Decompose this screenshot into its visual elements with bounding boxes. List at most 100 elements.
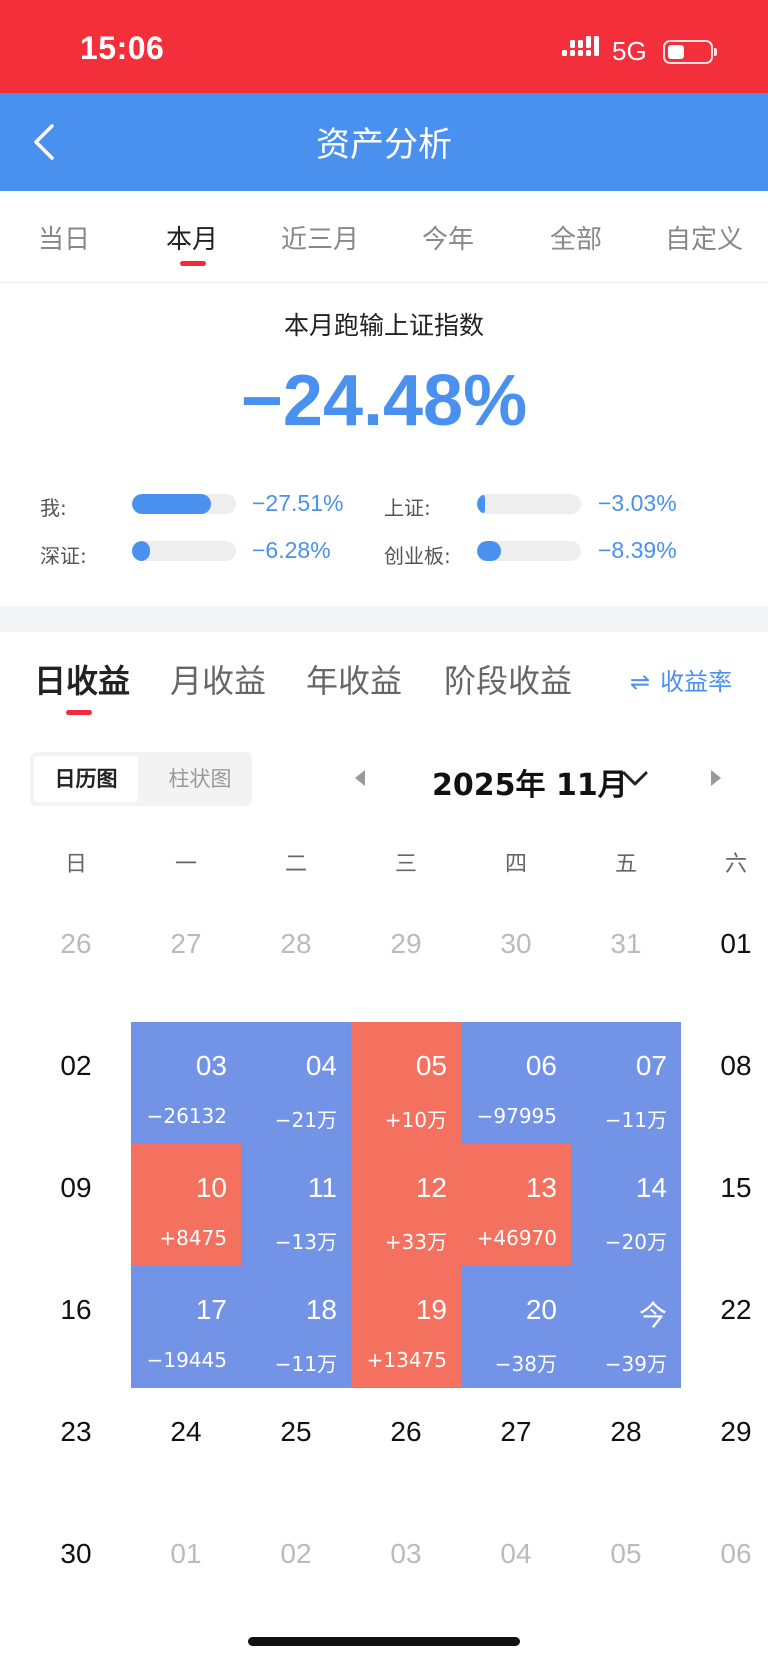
calendar-day-cell[interactable]: 29 (681, 1388, 768, 1510)
weekday-label: 日 (64, 852, 87, 877)
tab-yearly-earnings[interactable]: 年收益 (306, 656, 402, 702)
active-tab-indicator (180, 261, 206, 266)
calendar-day-cell[interactable]: 01 (681, 900, 768, 1022)
tab-label: 全部 (549, 225, 602, 255)
day-number: 04 (500, 1538, 532, 1569)
calendar-day-cell[interactable]: 15 (681, 1144, 768, 1266)
day-number: 25 (280, 1416, 312, 1447)
day-number: 14 (635, 1172, 667, 1203)
day-number: 24 (170, 1416, 202, 1447)
day-number: 01 (170, 1538, 202, 1569)
calendar-day-cell[interactable]: 06 −97995 (461, 1022, 571, 1144)
calendar-day-cell[interactable]: 05 (571, 1510, 681, 1632)
tab-monthly-earnings[interactable]: 月收益 (170, 656, 266, 702)
tab-this-year[interactable]: 今年 (384, 219, 512, 256)
calendar-day-cell[interactable]: 20 −38万 (461, 1266, 571, 1388)
calendar-day-cell[interactable]: 27 (461, 1388, 571, 1510)
calendar-day-cell[interactable]: 16 (21, 1266, 131, 1388)
calendar-day-cell[interactable]: 06 (681, 1510, 768, 1632)
calendar-day-cell[interactable]: 30 (461, 900, 571, 1022)
calendar-day-cell[interactable]: 09 (21, 1144, 131, 1266)
calendar-day-cell[interactable]: 03 −26132 (131, 1022, 241, 1144)
tab-daily-earnings[interactable]: 日收益 (34, 656, 130, 702)
calendar-day-cell[interactable]: 25 (241, 1388, 351, 1510)
compare-bar-shanghai (477, 494, 581, 514)
calendar-day-cell[interactable]: 19 +13475 (351, 1266, 461, 1388)
tab-this-month[interactable]: 本月 (128, 219, 256, 266)
calendar-day-cell[interactable]: 08 (681, 1022, 768, 1144)
calendar-day-cell[interactable]: 18 −11万 (241, 1266, 351, 1388)
bar-view-button[interactable]: 柱状图 (148, 756, 252, 802)
prev-month-icon[interactable] (352, 766, 368, 790)
calendar-day-cell[interactable]: 23 (21, 1388, 131, 1510)
day-earnings: −20万 (604, 1230, 667, 1254)
chevron-down-icon[interactable] (620, 766, 650, 790)
day-number: 27 (500, 1416, 532, 1447)
calendar-day-cell[interactable]: 31 (571, 900, 681, 1022)
tab-three-months[interactable]: 近三月 (256, 219, 384, 256)
day-number: 06 (720, 1538, 752, 1569)
calendar-day-cell[interactable]: 04 (461, 1510, 571, 1632)
calendar-day-cell[interactable]: 04 −21万 (241, 1022, 351, 1144)
calendar-day-cell[interactable]: 27 (131, 900, 241, 1022)
compare-label-me: 我: (40, 496, 67, 520)
day-number: 10 (195, 1172, 227, 1203)
day-number: 20 (525, 1294, 557, 1325)
compare-value-chinext: −8.39% (598, 537, 677, 563)
calendar-day-cell[interactable]: 28 (241, 900, 351, 1022)
next-month-icon[interactable] (708, 766, 724, 790)
day-number: 30 (60, 1538, 92, 1569)
compare-bar-fill (477, 494, 486, 514)
calendar-day-cell[interactable]: 10 +8475 (131, 1144, 241, 1266)
calendar-day-cell[interactable]: 29 (351, 900, 461, 1022)
calendar-day-cell[interactable]: 07 −11万 (571, 1022, 681, 1144)
tab-all[interactable]: 全部 (512, 219, 640, 256)
day-earnings: −19445 (146, 1348, 227, 1372)
page-title: 资产分析 (316, 125, 452, 165)
tab-stage-earnings[interactable]: 阶段收益 (444, 656, 572, 702)
weekday-label: 二 (284, 852, 307, 877)
calendar-day-cell[interactable]: 30 (21, 1510, 131, 1632)
nav-header: 资产分析 (0, 93, 768, 191)
home-indicator (248, 1637, 520, 1646)
calendar-day-cell[interactable]: 26 (351, 1388, 461, 1510)
day-number: 11 (307, 1172, 337, 1203)
tab-label: 本月 (165, 225, 218, 255)
month-label[interactable]: 2025年 11月 (432, 760, 628, 804)
calendar-day-cell[interactable]: 13 +46970 (461, 1144, 571, 1266)
day-number: 05 (610, 1538, 642, 1569)
day-earnings: −38万 (494, 1352, 557, 1376)
day-number: 12 (415, 1172, 447, 1203)
day-number: 02 (60, 1050, 92, 1081)
calendar-day-cell[interactable]: 02 (21, 1022, 131, 1144)
day-number: 27 (170, 928, 202, 959)
calendar-day-cell[interactable]: 12 +33万 (351, 1144, 461, 1266)
compare-bar-fill (132, 541, 150, 561)
calendar-day-cell[interactable]: 03 (351, 1510, 461, 1632)
calendar-day-cell[interactable]: 今 −39万 (571, 1266, 681, 1388)
day-number: 06 (525, 1050, 557, 1081)
day-number: 02 (280, 1538, 312, 1569)
calendar-day-cell[interactable]: 24 (131, 1388, 241, 1510)
calendar-day-cell[interactable]: 17 −19445 (131, 1266, 241, 1388)
calendar-day-cell[interactable]: 14 −20万 (571, 1144, 681, 1266)
day-number: 09 (60, 1172, 92, 1203)
summary-title: 本月跑输上证指数 (283, 311, 484, 340)
calendar-day-cell[interactable]: 22 (681, 1266, 768, 1388)
calendar-day-cell[interactable]: 05 +10万 (351, 1022, 461, 1144)
day-earnings: −21万 (274, 1108, 337, 1132)
view-toggle: 日历图 柱状图 (30, 752, 252, 806)
tab-custom[interactable]: 自定义 (640, 219, 768, 256)
calendar-day-cell[interactable]: 01 (131, 1510, 241, 1632)
tab-label: 自定义 (664, 225, 743, 255)
calendar-view-button[interactable]: 日历图 (34, 756, 138, 802)
tab-today[interactable]: 当日 (0, 219, 128, 256)
calendar-day-cell[interactable]: 26 (21, 900, 131, 1022)
calendar-day-cell[interactable]: 02 (241, 1510, 351, 1632)
rate-toggle-button[interactable]: ⇌ 收益率 (630, 662, 732, 697)
day-number: 29 (390, 928, 422, 959)
calendar-day-cell[interactable]: 28 (571, 1388, 681, 1510)
calendar-day-cell[interactable]: 11 −13万 (241, 1144, 351, 1266)
weekday-label: 三 (394, 852, 417, 877)
weekday-label: 五 (614, 852, 637, 877)
